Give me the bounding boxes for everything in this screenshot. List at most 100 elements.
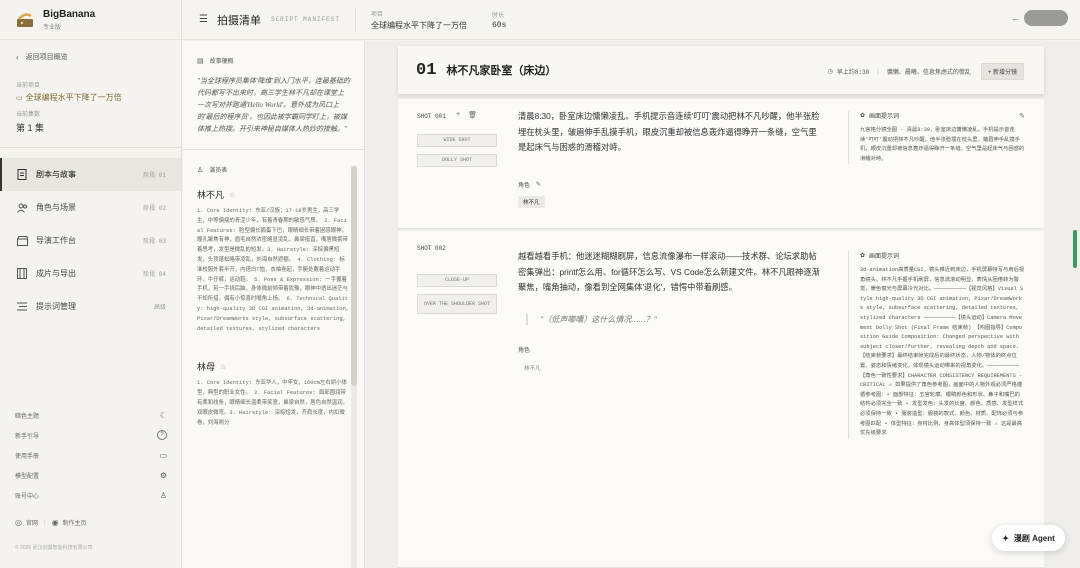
nav-item-characters-scenes[interactable]: 角色与场景 阶段 02 <box>0 191 181 224</box>
project-info: 项目 全球编程水平下降了一万倍 <box>371 9 467 31</box>
shot-actions: + 🗑 <box>456 111 477 119</box>
cast-header: ♙ 演员表 <box>197 165 350 175</box>
shot-type-chip: WIDE SHOT <box>417 134 497 147</box>
app-root: BigBanana 专业版 ‹ 返回项目概览 当前项目 ▭ 全球编程水平下降了一… <box>0 0 1080 568</box>
brand-header[interactable]: BigBanana 专业版 <box>0 0 181 40</box>
nav-item-script-story[interactable]: 剧本与故事 阶段 01 <box>0 158 181 191</box>
character-description: 1. Core Identity: 东亚华人，中年女，160cm左右娇小体型，典… <box>197 380 348 426</box>
agent-button[interactable]: ✦ 漫剧 Agent <box>992 525 1065 551</box>
menu-list-icon[interactable]: ☰ <box>199 14 208 25</box>
current-project-value: ▭ 全球编程水平下降了一万倍 <box>16 92 165 103</box>
role-name[interactable]: 林不凡 <box>524 364 541 372</box>
help-icon: ? <box>157 430 167 440</box>
prompt-text[interactable]: 3d-animation高质量CGI。镜头推近到床边，手机屏幕特写与肩后视角镜头… <box>860 266 1025 439</box>
util-label: 暗色主题 <box>15 413 40 420</box>
role-label: 角色 <box>518 348 531 354</box>
stage-nav: 剧本与故事 阶段 01 角色与场景 阶段 02 导演工作台 阶段 03 成片与导… <box>0 158 181 323</box>
shot-type-chip: CLOSE-UP <box>417 274 497 287</box>
add-icon[interactable]: + <box>456 111 460 119</box>
util-label: 账号中心 <box>15 493 40 500</box>
synopsis-header: ▤ 故事梗概 <box>197 56 350 66</box>
scene-time: 早上约8:30 <box>836 69 870 76</box>
people-icon <box>16 202 28 214</box>
author-page-link[interactable]: 制作主页 <box>63 518 87 527</box>
left-sidebar: BigBanana 专业版 ‹ 返回项目概览 当前项目 ▭ 全球编程水平下降了一… <box>0 0 182 568</box>
shot-description[interactable]: 越看越看手机：他迷迷糊糊刷屏，信息流像瀑布一样滚动——技术群、论坛求助帖密集弹出… <box>518 249 823 296</box>
arrow-left-icon[interactable]: ← <box>1011 13 1020 23</box>
list-icon <box>16 301 28 313</box>
nav-stage-tag: 阶段 04 <box>143 271 166 278</box>
prompt-header: ✿ 画面提示词 <box>860 253 900 260</box>
synopsis-title: 故事梗概 <box>209 59 234 65</box>
synopsis-text: "当全球程序员集体'降维'到入门水平，连最基础的代码都写不出来时，高三学生林不凡… <box>197 77 350 133</box>
pencil-icon[interactable]: ✎ <box>1019 112 1025 120</box>
nav-item-prompt-management[interactable]: 提示词管理 高级 <box>0 290 181 323</box>
character-name: 林母 ☆ <box>197 362 227 373</box>
film-icon <box>16 268 28 280</box>
project-label: 项目 <box>370 11 383 18</box>
nav-label: 角色与场景 <box>36 203 76 212</box>
nav-label: 成片与导出 <box>36 269 76 278</box>
shot-card: SHOT 001 + 🗑 WIDE SHOT DOLLY SHOT 清晨8:30… <box>398 99 1044 229</box>
duration-info: 时长 60s <box>492 10 506 30</box>
banana-logo-icon <box>17 12 33 27</box>
palette-icon: ✿ <box>860 113 866 119</box>
current-episode-value: 第 1 集 <box>16 123 45 133</box>
page-subtitle: SCRIPT MANIFEST <box>270 16 340 23</box>
trash-icon[interactable]: 🗑 <box>468 111 477 119</box>
util-label: 使用手册 <box>15 453 40 460</box>
story-panel: ▤ 故事梗概 "当全球程序员集体'降维'到入门水平，连最基础的代码都写不出来时，… <box>183 41 365 568</box>
character-name: 林不凡 ☆ <box>197 190 236 200</box>
account-center-button[interactable]: 账号中心 ♙ <box>0 485 182 505</box>
add-shot-button[interactable]: + 新增分镜 <box>980 63 1024 80</box>
globe-icon: ◎ <box>15 518 22 527</box>
prompt-panel: ✿ 画面提示词 ✎ 九宫格分镜全图 - 清晨8:30，卧室床边慵懒凌乱。手机提示… <box>848 111 1025 165</box>
official-site-link[interactable]: 官网 <box>26 518 38 527</box>
footer-divider: | <box>44 519 46 526</box>
scroll-position-indicator[interactable] <box>1073 230 1077 268</box>
star-icon[interactable]: ☆ <box>220 363 226 371</box>
model-config-button[interactable]: 模型配置 ⚙ <box>0 465 182 485</box>
star-icon[interactable]: ☆ <box>229 191 235 199</box>
nav-item-director-workbench[interactable]: 导演工作台 阶段 03 <box>0 224 181 257</box>
sidebar-divider <box>0 147 181 148</box>
sparkle-icon: ✦ <box>1002 533 1009 543</box>
camera-move-chip: OVER THE SHOULDER SHOT <box>417 294 497 314</box>
prompt-text[interactable]: 九宫格分镜全图 - 清晨8:30，卧室床边慵懒凌乱。手机提示音连续'叮叮'震动把… <box>860 126 1025 164</box>
document-icon <box>16 169 28 181</box>
folder-icon: ▭ <box>16 94 23 102</box>
brand-edition: 专业版 <box>43 24 62 31</box>
author-icon: ◉ <box>51 518 59 527</box>
current-project-label: 当前项目 <box>16 83 41 89</box>
user-manual-button[interactable]: 使用手册 ▭ <box>0 445 182 465</box>
dialogue-line[interactable]: "（低声嘟囔）这什么情况……？" <box>526 314 786 325</box>
chevron-left-icon: ‹ <box>16 52 19 62</box>
book-icon: ▭ <box>159 450 167 460</box>
panel-divider <box>848 111 849 165</box>
nav-stage-tag: 阶段 02 <box>143 205 166 212</box>
shot-description[interactable]: 清晨8:30，卧室床边慵懒凌乱。手机提示音连续'叮叮'震动把林不凡吵醒，他半张脸… <box>518 109 823 156</box>
palette-icon: ✿ <box>860 253 866 259</box>
prompt-panel: ✿ 画面提示词 3d-animation高质量CGI。镜头推近到床边，手机屏幕特… <box>848 251 1025 439</box>
people-icon: ♙ <box>197 166 204 174</box>
role-label: 角色 ✎ <box>518 181 542 189</box>
current-episode-label: 当前集数 <box>16 112 41 118</box>
nav-stage-tag: 阶段 03 <box>143 238 166 245</box>
onboarding-guide-button[interactable]: 新手引导 ? <box>0 425 182 445</box>
dark-theme-toggle[interactable]: 暗色主题 ☾ <box>0 405 182 425</box>
duration-label: 时长 <box>491 12 504 19</box>
pencil-icon[interactable]: ✎ <box>536 181 541 188</box>
nav-item-final-export[interactable]: 成片与导出 阶段 04 <box>0 257 181 290</box>
utility-menu: 暗色主题 ☾ 新手引导 ? 使用手册 ▭ 模型配置 ⚙ 账号中心 ♙ <box>0 405 182 505</box>
util-label: 模型配置 <box>15 473 40 480</box>
scene-header: 01 林不凡家卧室（床边） ◷ 早上约8:30 | 慵懒、晨曦、信息焦虑式的慌乱… <box>398 46 1044 94</box>
character-description: 1. Core Identity: 东亚/汉族；17-18岁男生，高三学生，中等… <box>197 208 350 332</box>
document-icon: ▤ <box>197 57 204 65</box>
cast-scrollbar-thumb[interactable] <box>351 166 357 386</box>
agent-label: 漫剧 Agent <box>1013 533 1055 543</box>
back-to-overview-link[interactable]: ‹ 返回项目概览 <box>0 40 181 74</box>
user-pill-button[interactable] <box>1024 10 1068 26</box>
user-icon: ♙ <box>159 490 167 500</box>
role-chip[interactable]: 林不凡 <box>518 196 545 208</box>
duration-value: 60s <box>491 20 507 30</box>
